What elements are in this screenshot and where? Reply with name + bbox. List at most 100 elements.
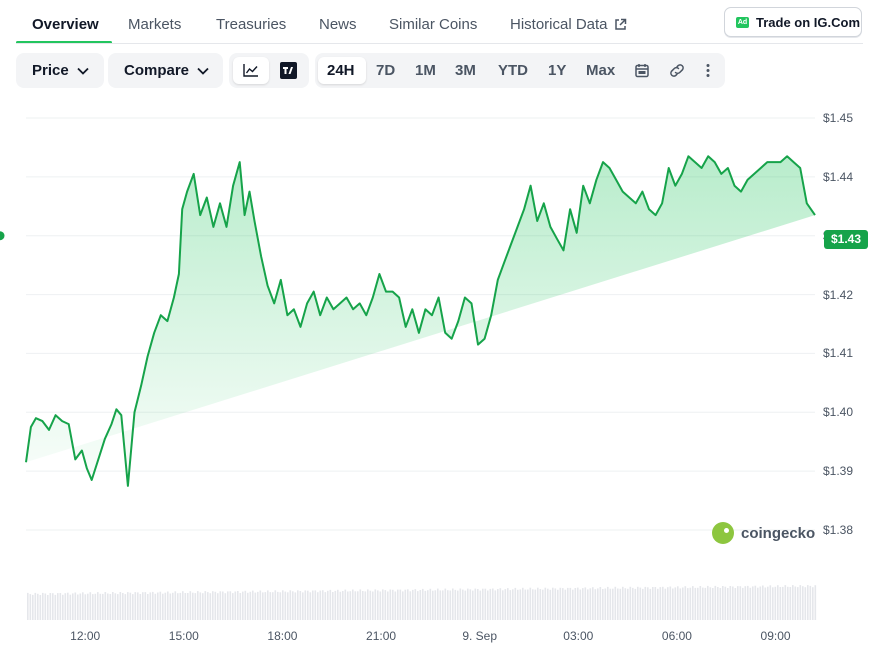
volume-bar (724, 586, 727, 620)
tab-markets[interactable]: Markets (128, 16, 181, 33)
volume-bar (447, 590, 449, 620)
volume-bar (199, 592, 202, 620)
volume-bar (587, 589, 589, 620)
volume-bar (614, 586, 617, 620)
volume-bar (97, 592, 99, 620)
volume-bar (782, 586, 784, 620)
volume-bar (767, 586, 769, 620)
volume-bar (612, 588, 614, 620)
volume-bar (307, 590, 309, 620)
volume-bar (497, 589, 499, 620)
volume-bar (242, 591, 244, 620)
volume-bar (764, 587, 767, 620)
current-price-tag: $1.43 (824, 230, 868, 249)
volume-bar (264, 592, 267, 620)
volume-bar (732, 586, 734, 620)
y-tick-label: $1.45 (823, 111, 854, 125)
coingecko-logo-icon (712, 522, 734, 544)
volume-bar (354, 591, 357, 620)
volume-bar (167, 591, 169, 620)
tab-bar: Overview Markets Treasuries News Similar… (0, 0, 877, 44)
volume-bar (404, 589, 407, 620)
trade-on-ig-label: Trade on IG.Com (756, 14, 861, 30)
range-3m[interactable]: 3M (455, 53, 476, 88)
volume-bar (507, 588, 509, 620)
price-dropdown[interactable]: Price (16, 53, 104, 88)
link-icon[interactable] (668, 63, 686, 78)
volume-bar (432, 590, 434, 620)
volume-bar (664, 588, 667, 620)
volume-bar (609, 588, 612, 620)
range-1y[interactable]: 1Y (548, 53, 566, 88)
range-24h[interactable]: 24H (327, 53, 355, 88)
volume-bar (574, 588, 577, 620)
volume-bar (234, 591, 237, 620)
volume-bar (422, 588, 424, 620)
volume-bar (674, 587, 677, 620)
tab-historical-data[interactable]: Historical Data (510, 16, 627, 33)
volume-bar (112, 592, 114, 620)
volume-bar (607, 586, 609, 620)
tab-similar-coins[interactable]: Similar Coins (389, 16, 477, 33)
volume-bar (312, 590, 314, 620)
volume-bar (27, 592, 29, 620)
volume-bar (429, 588, 432, 620)
volume-bar (662, 586, 664, 620)
line-chart-mode-button[interactable] (233, 57, 269, 84)
x-tick-label: 09:00 (760, 629, 791, 643)
volume-bar (619, 588, 622, 620)
volume-bar (194, 593, 197, 620)
price-chart[interactable] (0, 0, 877, 650)
volume-bar (129, 592, 132, 620)
volume-bar (687, 588, 689, 620)
volume-bar (157, 592, 159, 620)
range-max[interactable]: Max (586, 53, 615, 88)
volume-bar (117, 594, 119, 620)
more-vertical-icon[interactable] (706, 63, 710, 78)
volume-bar (74, 592, 77, 620)
volume-bar (537, 587, 539, 620)
volume-bar (742, 587, 744, 620)
volume-bar (104, 592, 107, 620)
volume-bar (237, 591, 239, 620)
volume-bar (342, 591, 344, 620)
volume-bar (329, 589, 332, 620)
volume-bar (262, 592, 264, 620)
calendar-icon[interactable] (635, 63, 649, 78)
volume-bar (382, 589, 384, 620)
volume-bar (479, 590, 482, 620)
volume-bar (647, 587, 649, 620)
range-1m[interactable]: 1M (415, 53, 436, 88)
volume-bar (702, 587, 704, 620)
volume-bar (579, 589, 582, 620)
volume-bar (159, 591, 162, 620)
volume-bar (62, 594, 64, 620)
tab-historical-data-label: Historical Data (510, 16, 608, 33)
volume-bar (814, 585, 817, 620)
tab-news[interactable]: News (319, 16, 357, 33)
y-tick-label: $1.39 (823, 464, 854, 479)
volume-bar (464, 590, 467, 620)
volume-bar (387, 591, 389, 620)
range-7d[interactable]: 7D (376, 53, 395, 88)
volume-bar (119, 592, 122, 620)
volume-bar (212, 591, 214, 620)
tradingview-mode-button[interactable] (273, 57, 305, 84)
volume-bar (219, 591, 222, 620)
range-ytd[interactable]: YTD (498, 53, 528, 88)
compare-dropdown[interactable]: Compare (108, 53, 223, 88)
volume-bar (344, 589, 347, 620)
volume-bar (769, 585, 772, 620)
volume-bar (202, 593, 204, 620)
volume-bar (517, 589, 519, 620)
volume-bar (682, 587, 684, 620)
volume-bar (287, 592, 289, 620)
tab-treasuries[interactable]: Treasuries (216, 16, 286, 33)
price-area (26, 156, 815, 486)
trade-on-ig-button[interactable]: Ad Trade on IG.Com (724, 7, 862, 37)
tab-overview[interactable]: Overview (32, 16, 99, 33)
volume-bar (177, 593, 179, 620)
volume-bar (572, 589, 574, 620)
volume-bar (679, 588, 682, 620)
volume-bar (139, 594, 142, 620)
